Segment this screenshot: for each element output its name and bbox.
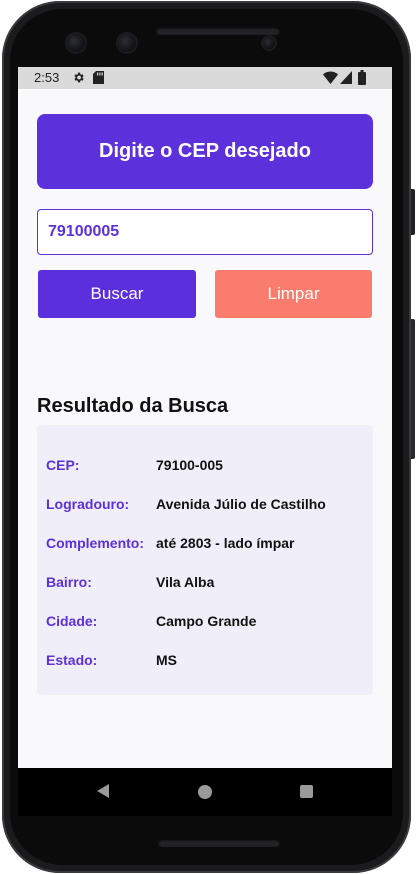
result-value: MS [156,652,177,668]
result-label: Bairro: [46,574,92,590]
bottom-speaker [158,839,280,847]
status-time: 2:53 [34,70,60,85]
navigation-bar [18,768,392,816]
result-label: CEP: [46,457,80,473]
result-label: Estado: [46,652,98,668]
result-label: Cidade: [46,613,98,629]
back-icon[interactable] [97,784,109,798]
front-camera-left [67,34,85,52]
search-button-label: Buscar [90,284,144,303]
header-card: Digite o CEP desejado [37,114,373,189]
header-title: Digite o CEP desejado [99,140,311,162]
settings-icon [74,72,84,83]
clear-button-label: Limpar [267,284,320,303]
sd-card-icon [93,71,104,84]
wifi-icon [323,71,338,84]
result-value: até 2803 - lado ímpar [156,535,295,551]
cep-input[interactable]: 79100005 [37,209,373,255]
result-value: Vila Alba [156,574,215,590]
home-icon[interactable] [198,785,212,799]
result-card: CEP: 79100-005 Logradouro: Avenida Júlio… [37,425,373,695]
search-button[interactable]: Buscar [38,270,196,318]
cep-input-value: 79100005 [48,223,120,240]
app-screen: 2:53 Digite o CEP desejado 79100005 Busc… [18,67,392,768]
clear-button[interactable]: Limpar [215,270,372,318]
battery-icon [358,70,366,85]
status-bar: 2:53 [18,67,392,89]
signal-icon [340,71,352,84]
front-camera-right [118,34,136,52]
power-button [411,319,415,459]
top-speaker [156,27,280,35]
result-value: Avenida Júlio de Castilho [156,496,326,512]
recents-icon[interactable] [300,785,313,798]
result-value: Campo Grande [156,613,257,629]
result-value: 79100-005 [156,457,223,473]
result-title: Resultado da Busca [37,395,229,417]
result-label: Complemento: [46,535,144,551]
volume-button [411,189,415,235]
proximity-sensor [263,37,275,49]
result-label: Logradouro: [46,496,130,512]
